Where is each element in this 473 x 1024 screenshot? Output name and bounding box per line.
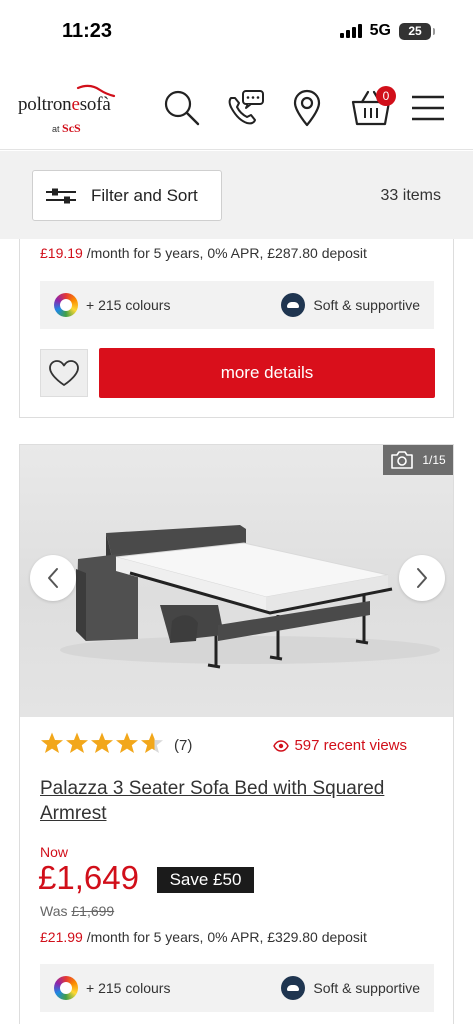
next-image-button[interactable]: [399, 555, 445, 601]
comfort-feature: Soft & supportive: [281, 293, 420, 317]
finance-terms: /month for 5 years, 0% APR, £329.80 depo…: [82, 929, 367, 945]
recent-views: 597 recent views: [273, 737, 407, 754]
status-bar: 11:23 5G 25: [0, 0, 473, 64]
was-price: £1,699: [71, 903, 115, 919]
heart-icon: [49, 360, 79, 386]
logo-sub: at ScS: [52, 121, 81, 135]
location-pin-icon: [293, 89, 321, 127]
was-price-row: Was £1,699: [40, 903, 114, 919]
menu-button[interactable]: [406, 86, 450, 130]
finance-terms: /month for 5 years, 0% APR, £287.80 depo…: [82, 245, 367, 261]
search-button[interactable]: [160, 86, 204, 130]
star-icon: [91, 732, 113, 753]
contact-button[interactable]: [222, 86, 266, 130]
colours-feature[interactable]: + 215 colours: [54, 293, 170, 317]
finance-monthly-price: £21.99: [40, 929, 83, 945]
colours-label: + 215 colours: [86, 980, 171, 996]
product-image-carousel[interactable]: 1/15: [20, 445, 453, 717]
status-time: 11:23: [62, 20, 113, 42]
current-price: £1,649: [38, 859, 139, 896]
star-rating[interactable]: [40, 731, 164, 755]
rating-row: (7) 597 recent views: [40, 731, 435, 761]
network-label: 5G: [369, 22, 391, 39]
items-count: 33 items: [380, 187, 441, 204]
filter-sort-label: Filter and Sort: [91, 185, 198, 205]
signal-icon: [339, 24, 362, 38]
product-features: + 215 colours Soft & supportive: [40, 964, 434, 1012]
product-features: + 215 colours Soft & supportive: [40, 281, 434, 329]
comfort-feature: Soft & supportive: [281, 976, 420, 1000]
colour-wheel-icon: [54, 293, 78, 317]
more-details-button[interactable]: more details: [99, 348, 435, 398]
colours-label: + 215 colours: [86, 297, 171, 313]
filter-bar: Filter and Sort 33 items: [0, 151, 473, 239]
finance-monthly-price: £19.19: [40, 245, 83, 261]
star-icon: [66, 732, 88, 753]
comfort-label: Soft & supportive: [313, 297, 420, 313]
camera-icon: [391, 451, 414, 469]
product-card: 1/15 (7) 597 recent views Palazza 3 Seat…: [19, 444, 454, 1024]
soft-supportive-icon: [281, 976, 306, 1000]
filter-sort-button[interactable]: Filter and Sort: [32, 170, 222, 221]
search-icon: [164, 90, 200, 126]
wishlist-button[interactable]: [40, 349, 88, 397]
eye-icon: [273, 739, 290, 752]
phone-chat-icon: [228, 90, 264, 125]
now-label: Now: [40, 844, 69, 860]
colours-feature[interactable]: + 215 colours: [54, 976, 170, 1000]
finance-info: £21.99 /month for 5 years, 0% APR, £329.…: [40, 929, 367, 945]
comfort-label: Soft & supportive: [313, 980, 420, 996]
soft-supportive-icon: [281, 293, 306, 317]
site-header: poltronesofà at ScS 0: [0, 64, 473, 150]
finance-info: £19.19 /month for 5 years, 0% APR, £287.…: [40, 245, 367, 261]
star-icon: [41, 732, 63, 753]
cart-count-badge: 0: [376, 86, 396, 106]
brand-logo[interactable]: poltronesofà at ScS: [18, 84, 130, 135]
save-badge: Save £50: [157, 867, 254, 893]
colour-wheel-icon: [54, 976, 78, 1000]
recent-views-label: 597 recent views: [294, 737, 407, 754]
chevron-left-icon: [48, 568, 58, 588]
status-indicators: 5G 25: [339, 22, 435, 40]
was-label: Was: [40, 903, 68, 919]
store-locator-button[interactable]: [285, 86, 329, 130]
sofa-bed-image: [60, 525, 440, 669]
star-icon: [116, 732, 138, 753]
photo-counter-label: 1/15: [422, 453, 446, 467]
product-card: £19.19 /month for 5 years, 0% APR, £287.…: [19, 239, 454, 418]
product-title-link[interactable]: Palazza 3 Seater Sofa Bed with Squared A…: [40, 776, 420, 826]
photo-counter: 1/15: [383, 445, 453, 475]
review-count[interactable]: (7): [174, 737, 192, 754]
star-half-icon: [141, 732, 163, 753]
battery-icon: 25: [399, 22, 435, 40]
chevron-right-icon: [417, 568, 427, 588]
basket-button[interactable]: 0: [346, 86, 396, 130]
menu-icon: [412, 95, 444, 121]
previous-image-button[interactable]: [30, 555, 76, 601]
filter-sliders-icon: [46, 188, 76, 203]
logo-wordmark: poltronesofà: [18, 94, 111, 115]
